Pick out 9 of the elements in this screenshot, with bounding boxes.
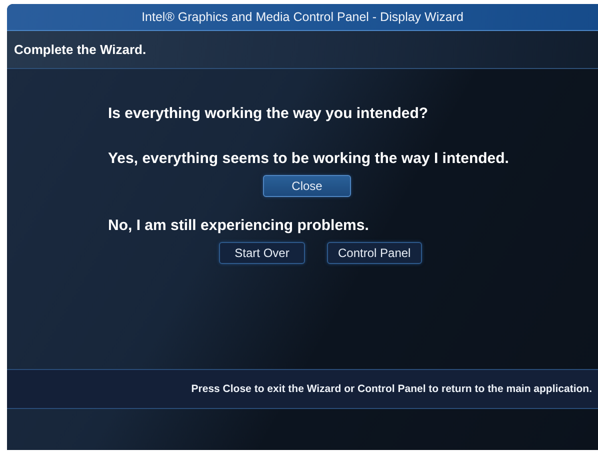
option-text: No, I am still experiencing problems. [108, 217, 370, 234]
wizard-button[interactable]: Start Over [219, 242, 305, 264]
wizard-heading: Complete the Wizard. [14, 42, 146, 57]
window-title: Intel® Graphics and Media Control Panel - Display Wizard [142, 10, 464, 24]
wizard-button[interactable]: Close [263, 175, 351, 197]
wizard-button[interactable]: Control Panel [327, 242, 422, 264]
footer-hint: Press Close to exit the Wizard or Control Panel to return to the main application. [191, 383, 592, 395]
question-text: Is everything working the way you intended? [108, 105, 430, 122]
option-text: Yes, everything seems to be working the way I intended. [108, 150, 510, 167]
